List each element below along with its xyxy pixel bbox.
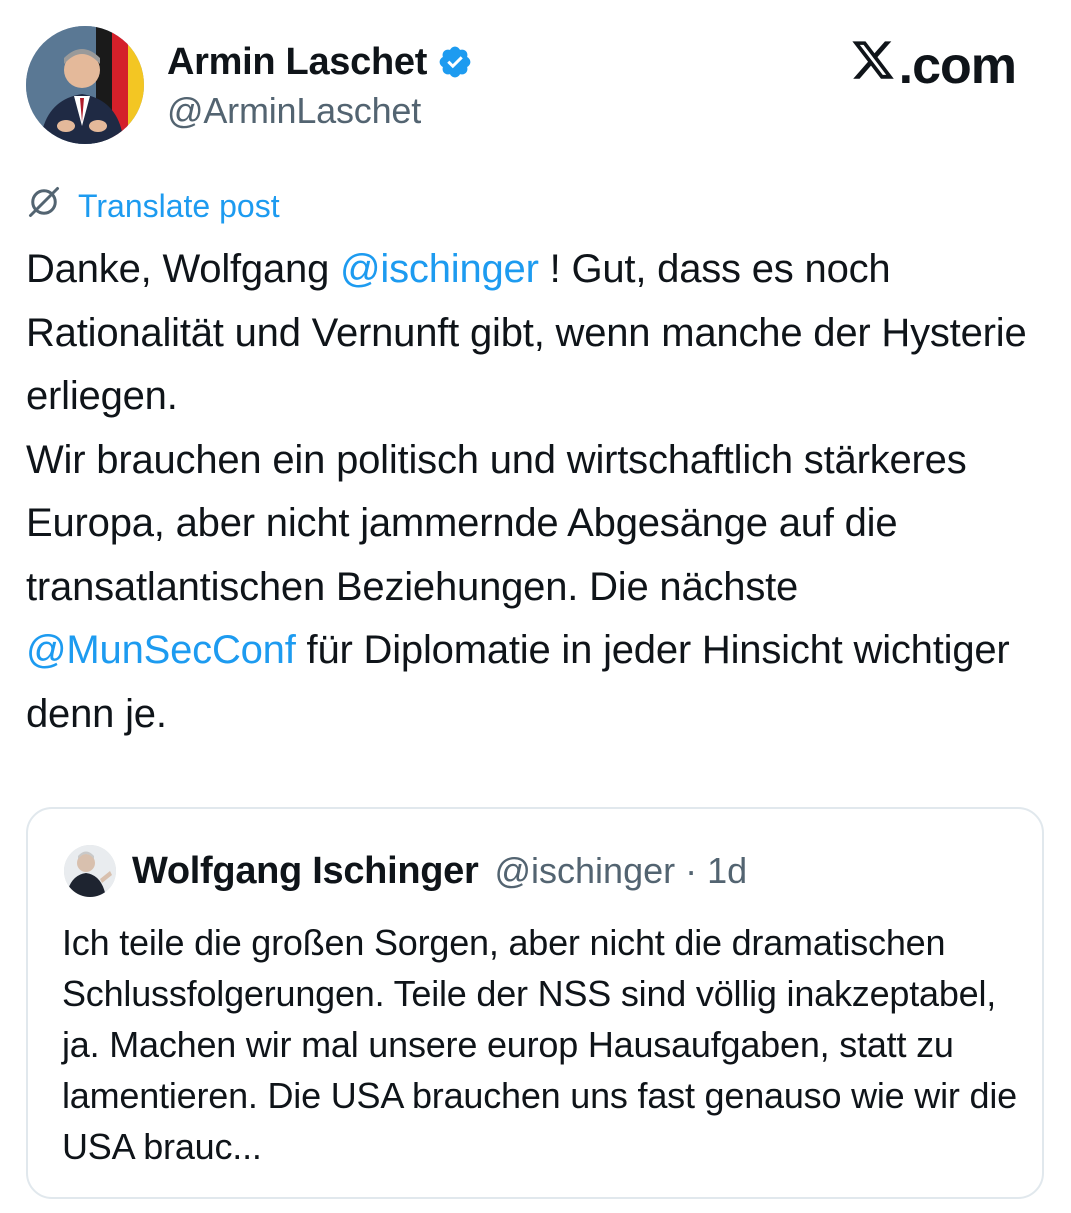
quoted-post-time[interactable]: 1d [707, 850, 747, 891]
post-body: Danke, Wolfgang @ischinger ! Gut, dass e… [26, 238, 1046, 746]
mention-link[interactable]: @MunSecConf [26, 628, 296, 672]
post-text-segment: Danke, Wolfgang [26, 247, 341, 291]
quoted-author-meta: @ischinger · 1d [494, 850, 747, 892]
quoted-post-card[interactable]: Wolfgang Ischinger @ischinger · 1d Ich t… [26, 807, 1044, 1199]
author-display-name[interactable]: Armin Laschet [167, 41, 427, 84]
translate-globe-icon [26, 184, 78, 228]
author-info: Armin Laschet @ArminLaschet [167, 40, 473, 132]
quoted-author-avatar[interactable] [64, 845, 116, 897]
quoted-post-header: Wolfgang Ischinger @ischinger · 1d [64, 845, 747, 897]
quoted-post-text: Ich teile die großen Sorgen, aber nicht … [62, 922, 1017, 1167]
post-text-segment: Wir brauchen ein politisch und wirtschaf… [26, 437, 967, 609]
verified-badge-icon [437, 44, 473, 80]
mention-link[interactable]: @ischinger [340, 247, 539, 291]
author-avatar[interactable] [26, 26, 144, 144]
translate-post-label: Translate post [78, 187, 280, 224]
display-name-row: Armin Laschet [167, 40, 473, 84]
translate-post-link[interactable]: Translate post [26, 184, 280, 228]
quoted-author-display-name[interactable]: Wolfgang Ischinger [132, 850, 479, 893]
author-handle[interactable]: @ArminLaschet [167, 90, 473, 132]
site-brand: .com [850, 36, 1017, 96]
meta-separator: · [685, 850, 698, 891]
post-header: Armin Laschet @ArminLaschet .com [26, 26, 1036, 146]
quoted-author-handle[interactable]: @ischinger [494, 850, 675, 891]
x-logo-icon [850, 36, 899, 96]
site-brand-text: .com [898, 37, 1017, 95]
